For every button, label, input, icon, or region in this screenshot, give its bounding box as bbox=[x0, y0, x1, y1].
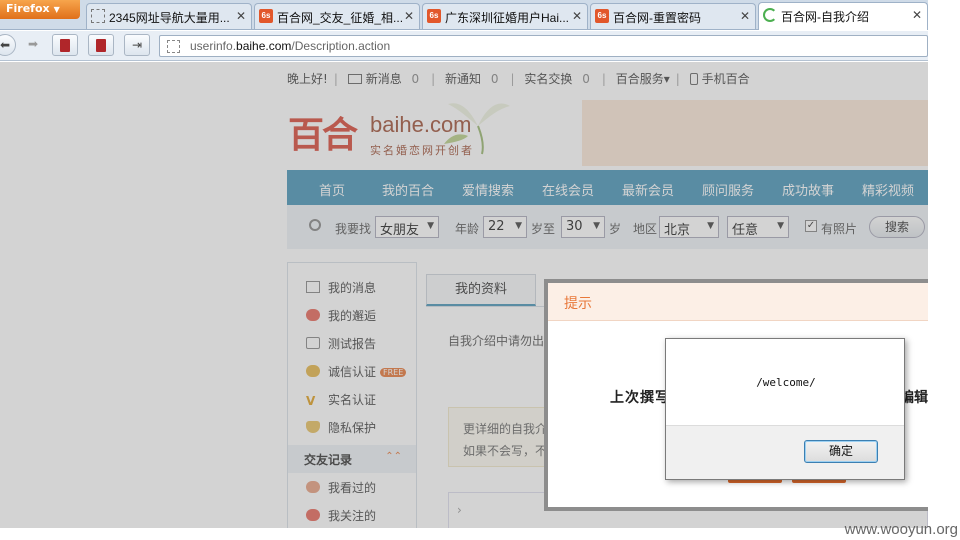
arrow-left-icon: ⬅ bbox=[0, 38, 11, 52]
alert-footer: 确定 bbox=[666, 425, 904, 479]
dialog-message: 上次撰写 bbox=[610, 390, 670, 406]
site-identity-icon bbox=[167, 40, 180, 53]
browser-tab[interactable]: 6s 百合网_交友_征婚_相... ✕ bbox=[254, 3, 420, 29]
baihe-favicon-icon: 6s bbox=[259, 9, 273, 23]
ok-button[interactable]: 确定 bbox=[804, 440, 878, 463]
book-icon bbox=[60, 39, 70, 52]
close-icon[interactable]: ✕ bbox=[236, 9, 246, 23]
url-path: /Description.action bbox=[291, 39, 391, 53]
baihe-favicon-icon: 6s bbox=[595, 9, 609, 23]
close-icon[interactable]: ✕ bbox=[912, 8, 922, 22]
url-prefix: userinfo. bbox=[190, 39, 237, 53]
tab-title: 百合网_交友_征婚_相... bbox=[277, 11, 404, 25]
bookmark-button[interactable] bbox=[88, 34, 114, 56]
page-action-button[interactable]: ⇥ bbox=[124, 34, 150, 56]
baihe-favicon-icon: 6s bbox=[427, 9, 441, 23]
dialog-title: 提示 bbox=[564, 296, 592, 312]
browser-tab[interactable]: 6s 广东深圳征婚用户Hai... ✕ bbox=[422, 3, 588, 29]
web-page: 晚上好! | 新消息 0 | 新通知 0 | 实名交换 0 | 百合服务▾ | 手机百合 … bbox=[0, 62, 928, 528]
back-button[interactable]: ⬅ bbox=[0, 34, 16, 56]
tab-title: 百合网-重置密码 bbox=[613, 11, 701, 25]
book-icon bbox=[96, 39, 106, 52]
close-icon[interactable]: ✕ bbox=[572, 9, 582, 23]
bookmark-button[interactable] bbox=[52, 34, 78, 56]
url-domain: baihe.com bbox=[236, 39, 292, 53]
firefox-menu-button[interactable]: Firefox ▼ bbox=[0, 0, 80, 19]
dialog-header: 提示 bbox=[548, 283, 928, 321]
export-icon: ⇥ bbox=[131, 38, 143, 52]
blank-page-icon bbox=[91, 9, 105, 23]
browser-tab-bar: Firefox ▼ 2345网址导航大量用... ✕ 6s 百合网_交友_征婚_相… bbox=[0, 0, 928, 30]
forward-button[interactable]: ➡ bbox=[20, 34, 46, 56]
address-bar[interactable]: userinfo.baihe.com/Description.action bbox=[159, 35, 928, 57]
javascript-alert-dialog: /welcome/ 确定 bbox=[665, 338, 905, 480]
close-icon[interactable]: ✕ bbox=[740, 9, 750, 23]
chevron-down-icon: ▼ bbox=[53, 5, 60, 14]
browser-tab[interactable]: 6s 百合网-重置密码 ✕ bbox=[590, 3, 756, 29]
loading-icon bbox=[763, 8, 777, 22]
browser-tab[interactable]: 2345网址导航大量用... ✕ bbox=[86, 3, 252, 29]
browser-navigation-bar: ⬅ ➡ ⇥ userinfo.baihe.com/Description.act… bbox=[0, 31, 928, 61]
arrow-right-icon: ➡ bbox=[27, 37, 39, 51]
browser-tab-active[interactable]: 百合网-自我介绍 ✕ bbox=[758, 2, 928, 30]
tab-title: 百合网-自我介绍 bbox=[781, 10, 869, 24]
tab-title: 2345网址导航大量用... bbox=[109, 11, 230, 25]
tab-title: 广东深圳征婚用户Hai... bbox=[445, 11, 570, 25]
close-icon[interactable]: ✕ bbox=[404, 9, 414, 23]
watermark: www.wooyun.org bbox=[844, 521, 958, 538]
alert-message: /welcome/ bbox=[756, 376, 816, 389]
